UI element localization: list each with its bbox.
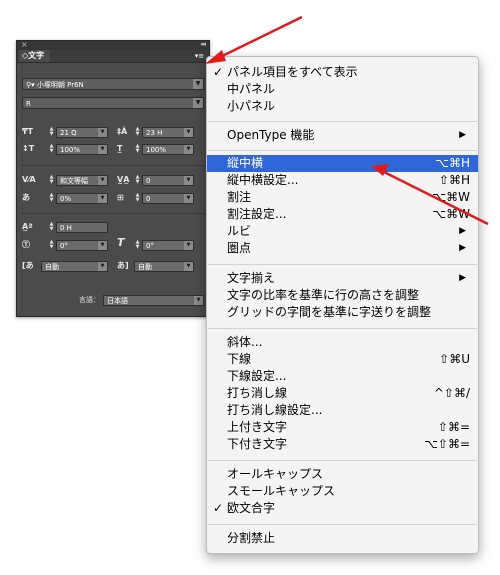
arrow-to-tatechuyoko bbox=[371, 164, 489, 226]
annotation-arrows bbox=[205, 15, 489, 226]
arrow-to-panel-menu bbox=[205, 15, 303, 64]
